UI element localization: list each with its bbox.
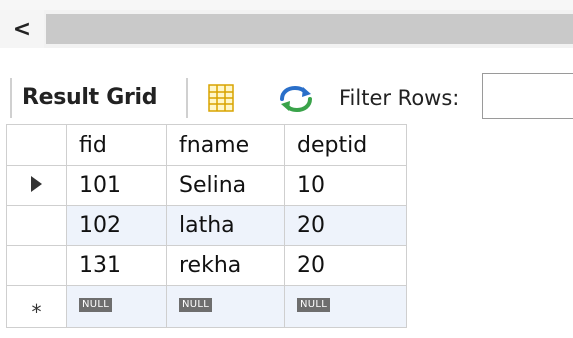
column-header-deptid[interactable]: deptid xyxy=(284,124,407,166)
cell-fname[interactable]: rekha xyxy=(166,245,285,286)
table-row[interactable]: 101 Selina 10 xyxy=(6,165,407,206)
cell-fid[interactable]: 101 xyxy=(66,165,167,206)
filter-rows-input[interactable] xyxy=(482,73,573,119)
row-selector[interactable] xyxy=(6,245,67,286)
null-badge: NULL xyxy=(297,298,331,312)
new-row-marker-icon: * xyxy=(31,300,42,324)
result-grid: fid fname deptid 101 Selina 10 102 latha… xyxy=(6,124,407,328)
row-selector[interactable]: * xyxy=(6,285,67,328)
null-badge: NULL xyxy=(79,298,113,312)
cell-deptid[interactable]: 20 xyxy=(284,205,407,246)
row-selector-header[interactable] xyxy=(6,124,67,166)
grid-header-row: fid fname deptid xyxy=(6,124,407,166)
result-grid-panel: < Result Grid Filter Rows: fid fname dep… xyxy=(0,0,573,338)
scroll-left-icon: < xyxy=(12,16,32,42)
scrollbar-top-strip xyxy=(0,0,573,10)
filter-rows-label: Filter Rows: xyxy=(339,86,460,110)
toolbar-separator xyxy=(10,78,12,118)
grid-layout-icon[interactable] xyxy=(208,84,234,112)
cell-fname[interactable]: Selina xyxy=(166,165,285,206)
refresh-icon[interactable] xyxy=(276,84,316,114)
table-row[interactable]: 131 rekha 20 xyxy=(6,245,407,286)
cell-deptid[interactable]: 20 xyxy=(284,245,407,286)
null-badge: NULL xyxy=(179,298,213,312)
scrollbar-thumb[interactable] xyxy=(46,14,573,44)
cell-fname-null[interactable]: NULL xyxy=(166,285,285,328)
cell-fid[interactable]: 102 xyxy=(66,205,167,246)
cell-fid[interactable]: 131 xyxy=(66,245,167,286)
row-selector[interactable] xyxy=(6,205,67,246)
result-grid-tab[interactable]: Result Grid xyxy=(22,78,158,118)
cell-deptid[interactable]: 10 xyxy=(284,165,407,206)
scroll-left-button[interactable]: < xyxy=(0,10,44,48)
cell-fname[interactable]: latha xyxy=(166,205,285,246)
row-pointer-icon xyxy=(31,176,42,192)
table-row[interactable]: 102 latha 20 xyxy=(6,205,407,246)
column-header-fname[interactable]: fname xyxy=(166,124,285,166)
cell-fid-null[interactable]: NULL xyxy=(66,285,167,328)
row-selector[interactable] xyxy=(6,165,67,206)
column-header-fid[interactable]: fid xyxy=(66,124,167,166)
toolbar-separator xyxy=(186,78,188,118)
cell-deptid-null[interactable]: NULL xyxy=(284,285,407,328)
horizontal-scrollbar[interactable]: < xyxy=(0,0,573,48)
new-row[interactable]: * NULL NULL NULL xyxy=(6,285,407,328)
